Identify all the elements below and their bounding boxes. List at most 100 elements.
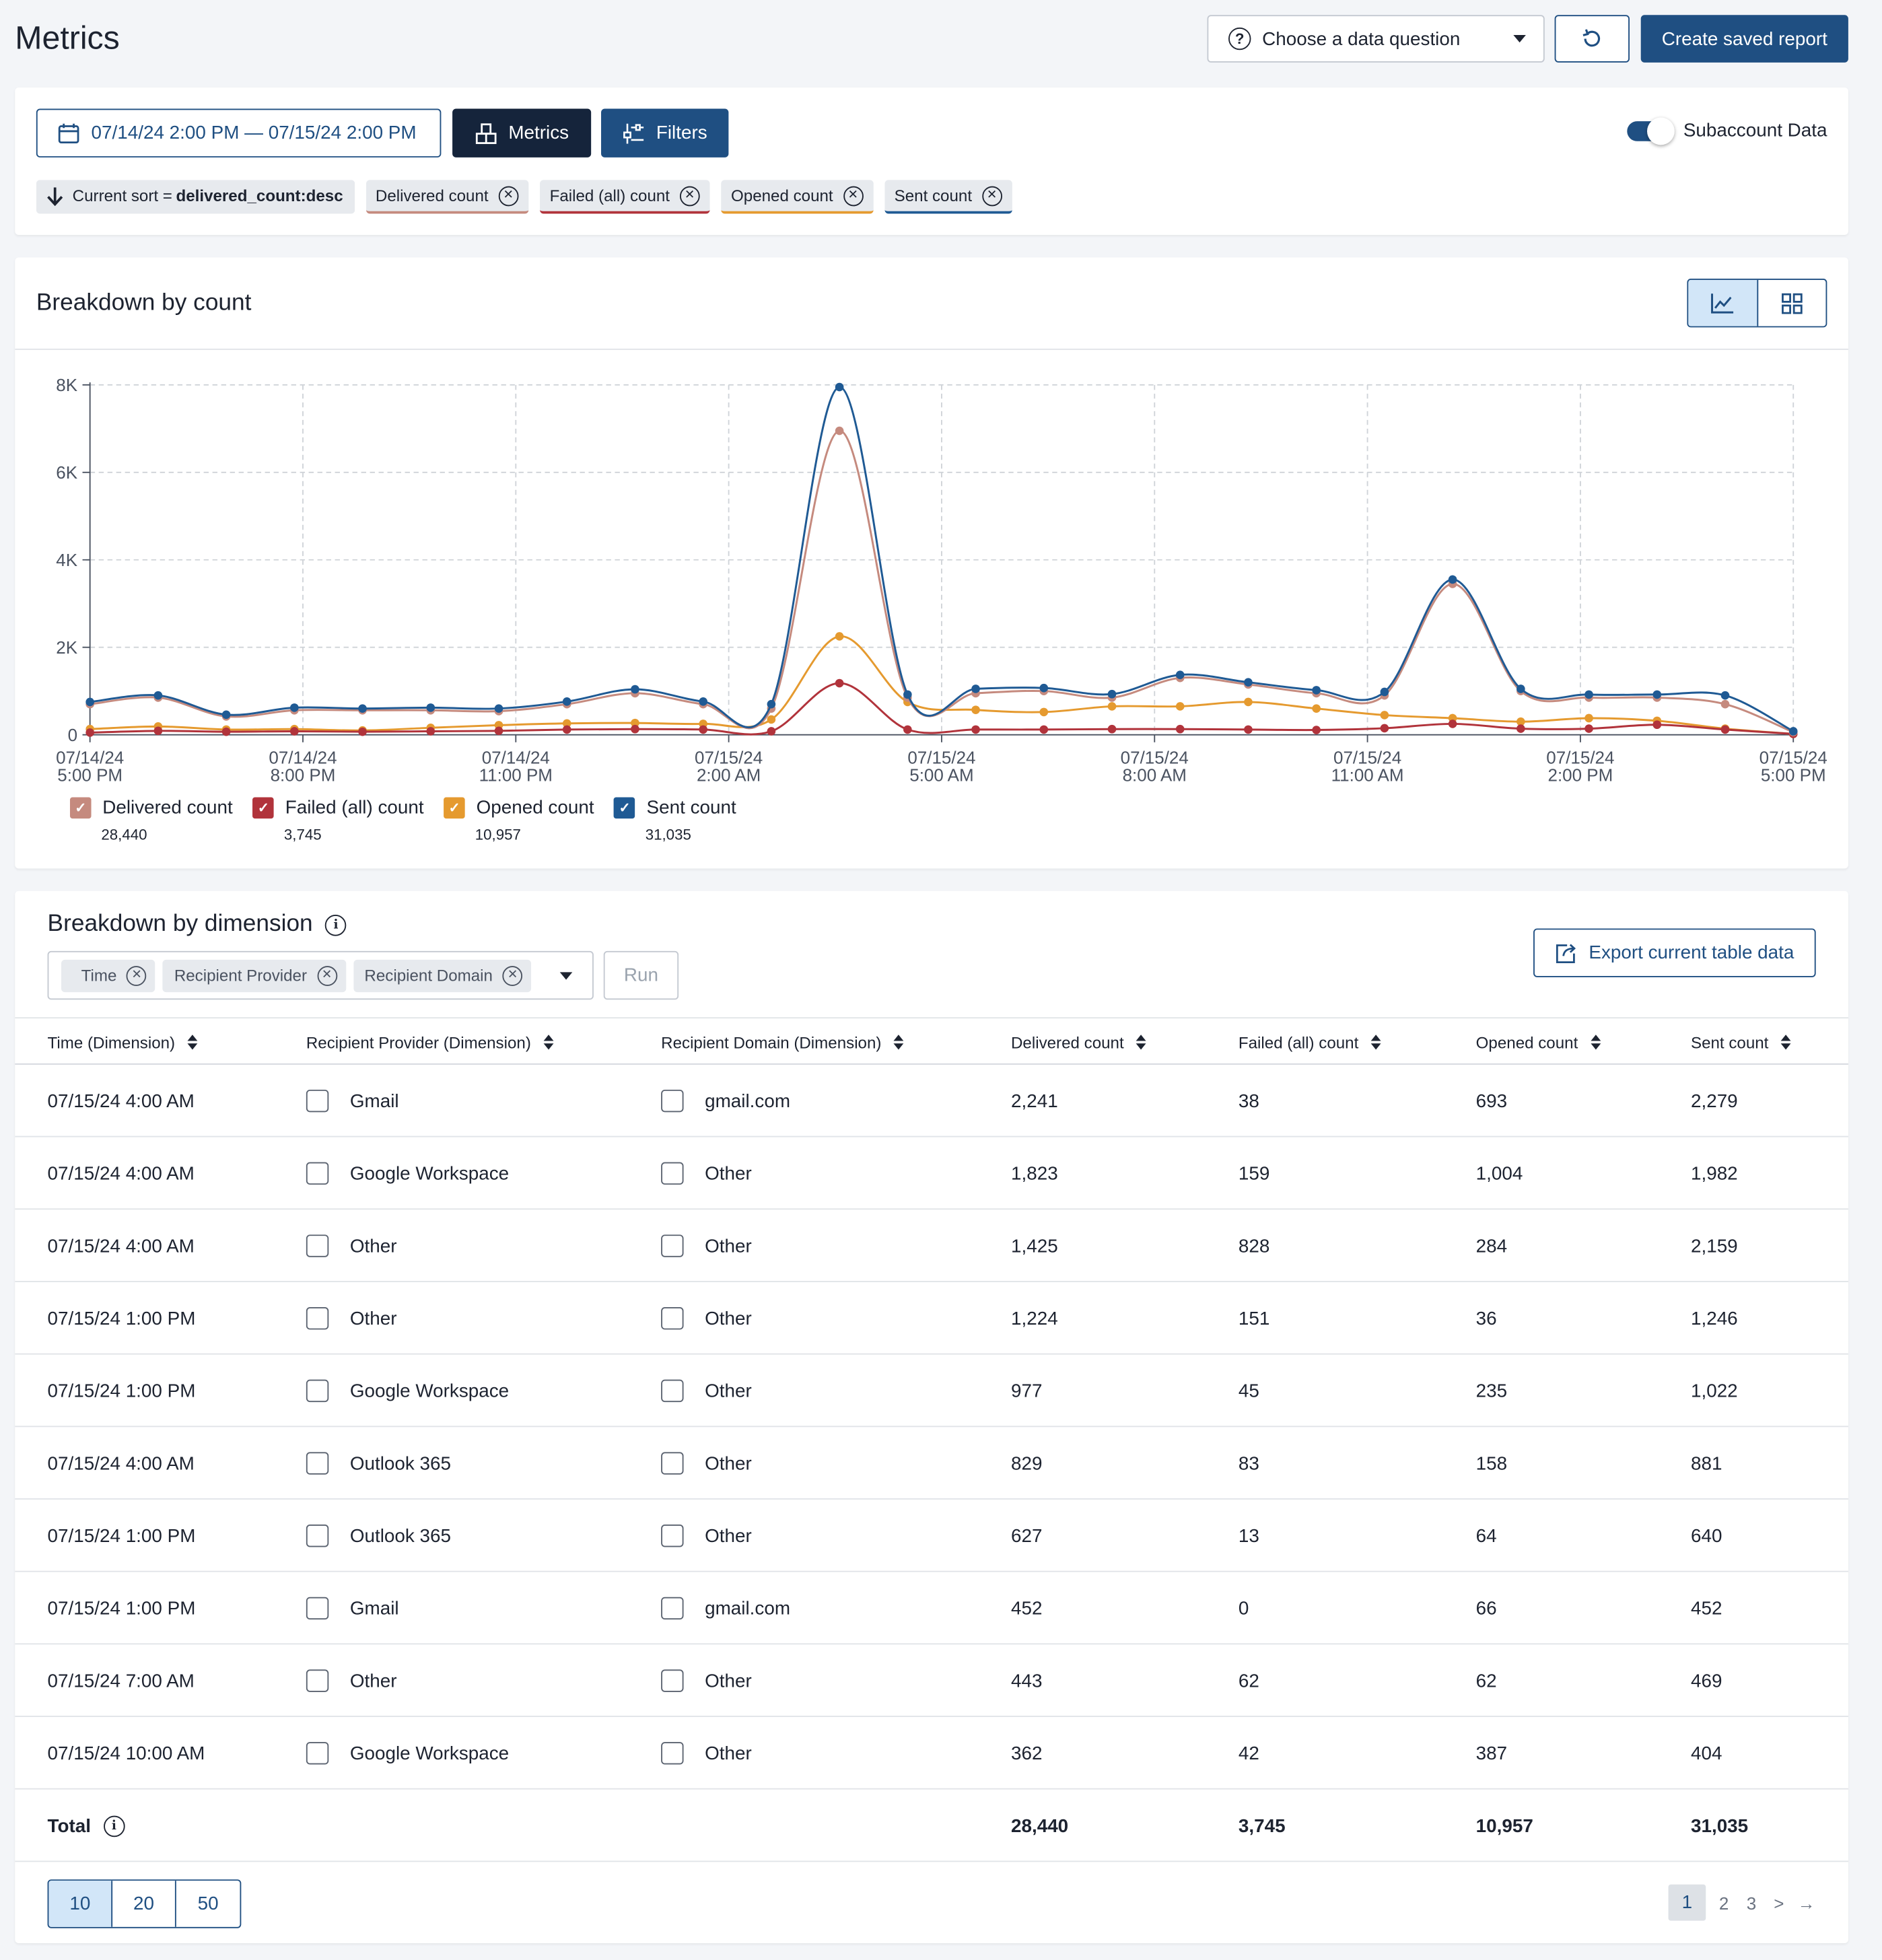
export-table-button[interactable]: Export current table data: [1533, 928, 1816, 977]
data-point-sent-count[interactable]: [699, 697, 707, 706]
data-point-failed-all-count[interactable]: [221, 727, 231, 736]
data-point-failed-all-count[interactable]: [1175, 724, 1185, 734]
dimension-multiselect[interactable]: Time ✕ Recipient Provider ✕ Recipient Do…: [47, 950, 594, 1000]
data-point-sent-count[interactable]: [1312, 686, 1321, 695]
column-header[interactable]: Time (Dimension): [48, 1018, 198, 1066]
data-point-failed-all-count[interactable]: [494, 726, 503, 736]
page-3-button[interactable]: 3: [1739, 1885, 1765, 1921]
row-checkbox[interactable]: [306, 1525, 329, 1547]
column-header[interactable]: Recipient Provider (Dimension): [306, 1018, 554, 1066]
data-point-failed-all-count[interactable]: [1312, 726, 1321, 734]
data-point-sent-count[interactable]: [1788, 727, 1798, 736]
checkbox-checked-icon[interactable]: ✓: [252, 797, 275, 819]
reset-button[interactable]: [1554, 15, 1630, 63]
data-point-opened-count[interactable]: [1312, 704, 1321, 713]
data-point-sent-count[interactable]: [1244, 678, 1253, 687]
row-checkbox[interactable]: [306, 1234, 329, 1257]
data-point-failed-all-count[interactable]: [1244, 725, 1253, 734]
data-point-sent-count[interactable]: [1380, 687, 1389, 697]
line-chart-view-button[interactable]: [1688, 279, 1758, 326]
data-point-sent-count[interactable]: [971, 685, 980, 693]
data-point-failed-all-count[interactable]: [562, 725, 571, 734]
data-point-opened-count[interactable]: [1380, 711, 1389, 720]
data-point-failed-all-count[interactable]: [1448, 720, 1457, 728]
legend-item[interactable]: ✓ Opened count 10,957: [444, 797, 594, 843]
row-checkbox[interactable]: [306, 1307, 329, 1330]
data-question-select[interactable]: ? Choose a data question: [1207, 15, 1545, 63]
create-saved-report-button[interactable]: Create saved report: [1640, 15, 1848, 63]
page-size-option[interactable]: 10: [48, 1881, 113, 1927]
row-checkbox[interactable]: [661, 1307, 684, 1330]
data-point-sent-count[interactable]: [494, 704, 503, 713]
row-checkbox[interactable]: [306, 1452, 329, 1475]
data-point-sent-count[interactable]: [290, 703, 299, 712]
row-checkbox[interactable]: [306, 1597, 329, 1620]
data-point-sent-count[interactable]: [767, 699, 776, 709]
data-point-failed-all-count[interactable]: [699, 725, 707, 734]
info-icon[interactable]: i: [325, 914, 347, 936]
data-point-sent-count[interactable]: [562, 697, 571, 706]
row-checkbox[interactable]: [306, 1669, 329, 1692]
legend-item[interactable]: ✓ Sent count 31,035: [614, 797, 736, 843]
data-point-sent-count[interactable]: [1584, 690, 1593, 699]
column-header[interactable]: Sent count: [1691, 1018, 1791, 1066]
filters-button[interactable]: Filters: [601, 108, 729, 158]
row-checkbox[interactable]: [661, 1525, 684, 1547]
last-page-button[interactable]: →: [1793, 1885, 1819, 1921]
data-point-opened-count[interactable]: [971, 705, 980, 714]
data-point-opened-count[interactable]: [1584, 713, 1593, 723]
data-point-sent-count[interactable]: [153, 691, 163, 700]
data-point-failed-all-count[interactable]: [1584, 724, 1593, 733]
data-point-opened-count[interactable]: [835, 632, 844, 641]
data-point-opened-count[interactable]: [1175, 702, 1185, 711]
next-page-button[interactable]: >: [1766, 1885, 1792, 1921]
remove-circle-icon[interactable]: ✕: [127, 965, 147, 985]
info-icon[interactable]: i: [103, 1815, 125, 1837]
grid-view-button[interactable]: [1757, 280, 1825, 326]
row-checkbox[interactable]: [661, 1742, 684, 1765]
remove-circle-icon[interactable]: ✕: [498, 185, 519, 206]
data-point-failed-all-count[interactable]: [767, 727, 776, 736]
data-point-sent-count[interactable]: [85, 697, 94, 707]
row-checkbox[interactable]: [306, 1162, 329, 1185]
data-point-sent-count[interactable]: [426, 703, 435, 712]
data-point-sent-count[interactable]: [1448, 575, 1457, 584]
data-point-opened-count[interactable]: [1039, 707, 1049, 717]
data-point-opened-count[interactable]: [1107, 702, 1117, 711]
data-point-failed-all-count[interactable]: [1380, 724, 1389, 733]
data-point-failed-all-count[interactable]: [153, 726, 163, 736]
column-header[interactable]: Delivered count: [1011, 1018, 1147, 1066]
data-point-failed-all-count[interactable]: [426, 727, 435, 736]
page-size-option[interactable]: 20: [112, 1881, 176, 1927]
data-point-opened-count[interactable]: [1244, 697, 1253, 707]
data-point-failed-all-count[interactable]: [290, 727, 299, 736]
data-point-sent-count[interactable]: [903, 690, 912, 699]
data-point-sent-count[interactable]: [1720, 691, 1730, 700]
row-checkbox[interactable]: [306, 1742, 329, 1765]
data-point-sent-count[interactable]: [631, 685, 639, 694]
column-header[interactable]: Opened count: [1476, 1018, 1601, 1066]
remove-circle-icon[interactable]: ✕: [679, 185, 700, 206]
row-checkbox[interactable]: [661, 1234, 684, 1257]
row-checkbox[interactable]: [661, 1089, 684, 1113]
row-checkbox[interactable]: [306, 1089, 329, 1113]
data-point-failed-all-count[interactable]: [835, 678, 844, 688]
data-point-failed-all-count[interactable]: [1517, 724, 1525, 733]
date-range-button[interactable]: 07/14/24 2:00 PM — 07/15/24 2:00 PM: [36, 108, 442, 158]
data-point-failed-all-count[interactable]: [1107, 724, 1117, 734]
data-point-sent-count[interactable]: [1039, 683, 1049, 693]
data-point-sent-count[interactable]: [1107, 689, 1117, 699]
data-point-failed-all-count[interactable]: [1720, 725, 1730, 734]
page-2-button[interactable]: 2: [1711, 1885, 1737, 1921]
legend-item[interactable]: ✓ Delivered count 28,440: [69, 797, 233, 843]
remove-circle-icon[interactable]: ✕: [843, 185, 864, 206]
column-header[interactable]: Recipient Domain (Dimension): [661, 1018, 904, 1066]
legend-item[interactable]: ✓ Failed (all) count 3,745: [252, 797, 424, 843]
page-1-button[interactable]: 1: [1668, 1884, 1706, 1921]
data-point-failed-all-count[interactable]: [631, 724, 639, 734]
checkbox-checked-icon[interactable]: ✓: [444, 797, 465, 819]
data-point-failed-all-count[interactable]: [1039, 725, 1049, 734]
row-checkbox[interactable]: [661, 1379, 684, 1403]
run-button[interactable]: Run: [603, 950, 679, 1000]
data-point-sent-count[interactable]: [1175, 670, 1185, 679]
